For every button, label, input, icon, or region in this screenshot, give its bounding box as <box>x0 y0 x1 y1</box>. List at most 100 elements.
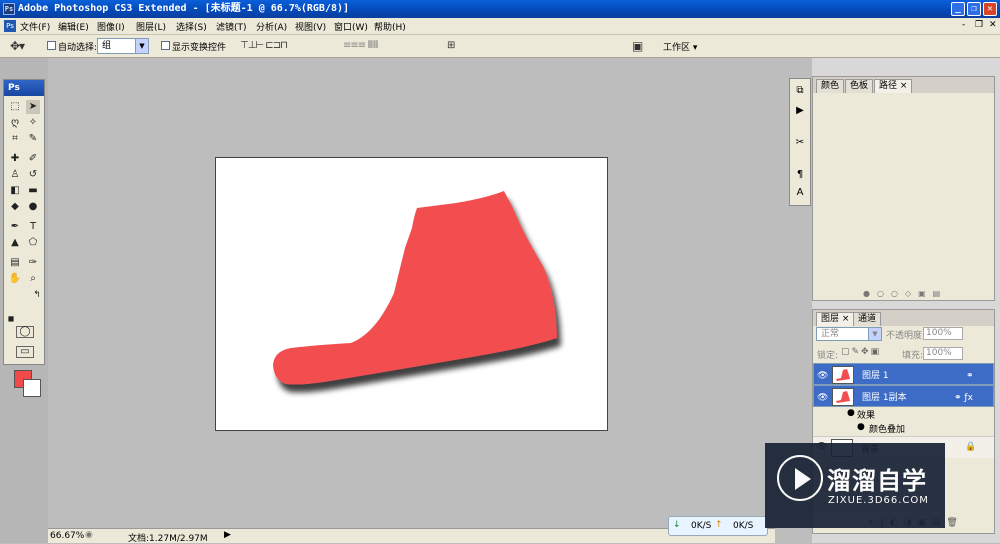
layer-row[interactable]: 👁 图层 1 ⚭ <box>813 363 994 385</box>
layer-thumbnail-shape <box>836 391 850 403</box>
fx-icon[interactable]: ⚭ ƒx <box>954 391 973 405</box>
menu-filter[interactable]: 滤镜(T) <box>216 20 247 33</box>
tab-color[interactable]: 颜色 <box>816 79 845 93</box>
menu-bar: Ps 文件(F) 编辑(E) 图像(I) 图层(L) 选择(S) 滤镜(T) 分… <box>0 18 1000 35</box>
dodge-tool-icon[interactable]: ● <box>26 200 40 214</box>
clone-stamp-icon[interactable]: ♙ <box>8 168 22 182</box>
history-panel-icon[interactable]: ⧉ <box>792 83 808 99</box>
menu-layer[interactable]: 图层(L) <box>136 20 166 33</box>
tab-swatches[interactable]: 色板 <box>845 79 874 93</box>
workspace-button[interactable]: 工作区 ▾ <box>663 40 697 53</box>
menu-help[interactable]: 帮助(H) <box>374 20 406 33</box>
align-icons[interactable]: ⊤⊥⊢ ⊏⊐⊓ <box>240 40 288 51</box>
default-colors-icon[interactable]: ◼ <box>4 312 18 326</box>
opacity-field[interactable]: 100% <box>923 327 963 340</box>
tab-channels[interactable]: 通道 <box>853 312 882 326</box>
upload-speed: 0K/S <box>733 521 754 531</box>
window-title: Adobe Photoshop CS3 Extended - [未标题-1 @ … <box>18 3 350 14</box>
menu-view[interactable]: 视图(V) <box>295 20 326 33</box>
zoom-level[interactable]: 66.67% <box>50 531 84 541</box>
layer-thumbnail <box>832 388 854 406</box>
magic-wand-icon[interactable]: ✧ <box>26 116 40 130</box>
show-transform-label: 显示变换控件 <box>172 43 227 53</box>
quick-mask-icon[interactable]: ◯ <box>16 326 34 338</box>
eye-icon[interactable]: 👁 <box>817 391 828 405</box>
restore-button[interactable]: ❐ <box>967 2 981 16</box>
paths-panel-buttons[interactable]: ●○○◇▣▤ <box>863 289 947 298</box>
doc-close-button[interactable]: ✕ <box>989 20 997 30</box>
marquee-tool-icon[interactable]: ⬚ <box>8 100 22 114</box>
healing-brush-icon[interactable]: ✚ <box>8 152 22 166</box>
eye-icon[interactable]: 👁 <box>817 369 828 383</box>
menu-image[interactable]: 图像(I) <box>97 20 125 33</box>
network-speed-widget: ↓ 0K/S ↑ 0K/S <box>668 516 768 536</box>
options-bar: ✥▾ 自动选择: 组 ▼ 显示变换控件 ⊤⊥⊢ ⊏⊐⊓ ≡≡≡ ⦀⦀⦀ ⊞ ▣ … <box>0 35 1000 58</box>
zoom-tool-icon[interactable]: ⌕ <box>26 272 40 286</box>
effect-eye-icon[interactable]: ● <box>857 422 865 432</box>
pen-tool-icon[interactable]: ✒ <box>8 220 22 234</box>
lock-icon: 🔒 <box>965 442 977 452</box>
move-tool-icon[interactable]: ➤ <box>26 100 40 114</box>
fill-label: 填充: <box>902 351 924 361</box>
auto-select-label: 自动选择: <box>58 43 98 53</box>
doc-restore-button[interactable]: ❐ <box>975 20 983 30</box>
tab-layers[interactable]: 图层 × <box>816 312 855 326</box>
eraser-tool-icon[interactable]: ◧ <box>8 184 22 198</box>
title-bar: Ps Adobe Photoshop CS3 Extended - [未标题-1… <box>0 0 1000 18</box>
bridge-icon[interactable]: ▣ <box>632 39 643 53</box>
auto-select-value: 组 <box>102 41 112 51</box>
lasso-tool-icon[interactable]: ღ <box>8 116 22 130</box>
menu-file[interactable]: 文件(F) <box>20 20 50 33</box>
type-tool-icon[interactable]: T <box>26 220 40 234</box>
tab-paths[interactable]: 路径 × <box>874 79 913 93</box>
auto-align-icon[interactable]: ⊞ <box>447 40 455 51</box>
download-speed: 0K/S <box>691 521 712 531</box>
auto-select-checkbox[interactable] <box>47 41 56 50</box>
auto-select-dropdown[interactable]: 组 ▼ <box>97 38 149 54</box>
minimize-button[interactable]: _ <box>951 2 965 16</box>
menu-edit[interactable]: 编辑(E) <box>58 20 89 33</box>
hand-tool-icon[interactable]: ✋ <box>8 272 22 286</box>
path-selection-icon[interactable]: ▲ <box>8 236 22 250</box>
layers-panel-tabs: 图层 × 通道 <box>813 310 994 326</box>
eyedropper-icon[interactable]: ✑ <box>26 256 40 270</box>
menu-window[interactable]: 窗口(W) <box>334 20 368 33</box>
status-menu-arrow-icon[interactable]: ▶ <box>224 530 231 540</box>
doc-minimize-button[interactable]: - <box>962 20 965 30</box>
effects-row[interactable]: ● 效果 <box>813 407 994 421</box>
menu-select[interactable]: 选择(S) <box>176 20 207 33</box>
paragraph-panel-icon[interactable]: ¶ <box>792 167 808 183</box>
move-tool-preset-icon[interactable]: ✥▾ <box>10 39 25 53</box>
history-brush-icon[interactable]: ↺ <box>26 168 40 182</box>
fill-field[interactable]: 100% <box>923 347 963 360</box>
tool-presets-icon[interactable]: ✂ <box>792 135 808 151</box>
gradient-tool-icon[interactable]: ▬ <box>26 184 40 198</box>
document-canvas[interactable] <box>215 157 608 431</box>
distribute-icons: ≡≡≡ ⦀⦀⦀ <box>343 40 379 51</box>
background-color-swatch[interactable] <box>23 379 41 397</box>
character-panel-icon[interactable]: A <box>792 185 808 201</box>
show-transform-checkbox[interactable] <box>161 41 170 50</box>
effect-row[interactable]: ● 颜色叠加 <box>813 421 994 435</box>
actions-panel-icon[interactable]: ▶ <box>792 103 808 119</box>
blur-tool-icon[interactable]: ◆ <box>8 200 22 214</box>
notes-tool-icon[interactable]: ▤ <box>8 256 22 270</box>
lock-icons[interactable]: ▢✎✥▣ <box>841 347 881 357</box>
brush-tool-icon[interactable]: ✐ <box>26 152 40 166</box>
layer-name: 图层 1副本 <box>862 393 907 403</box>
layer-row[interactable]: 👁 图层 1副本 ⚭ ƒx <box>813 385 994 407</box>
status-icon[interactable]: ◉ <box>85 530 93 540</box>
document-size: 文档:1.27M/2.97M <box>128 534 208 544</box>
swap-colors-icon[interactable]: ↰ <box>30 288 44 302</box>
slice-tool-icon[interactable]: ✎ <box>26 132 40 146</box>
crop-tool-icon[interactable]: ⌗ <box>8 132 22 146</box>
shape-tool-icon[interactable]: ⬠ <box>26 236 40 250</box>
close-button[interactable]: ✕ <box>983 2 997 16</box>
menu-analysis[interactable]: 分析(A) <box>256 20 287 33</box>
opacity-label: 不透明度: <box>886 331 926 341</box>
download-arrow-icon: ↓ <box>673 520 681 530</box>
blend-mode-select[interactable]: 正常 ▼ <box>816 327 882 341</box>
screen-mode-icon[interactable]: ▭ <box>16 346 34 358</box>
effects-eye-icon[interactable]: ● <box>847 408 855 418</box>
layer-name: 图层 1 <box>862 371 889 381</box>
